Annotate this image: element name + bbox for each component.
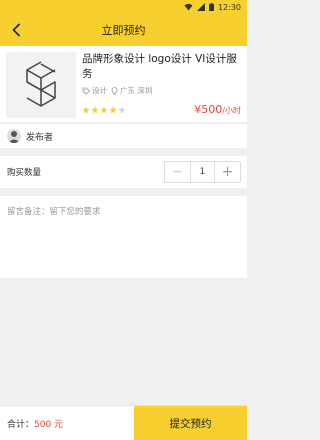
wifi-icon [184,3,193,11]
price-value: ¥500 [194,103,223,116]
total-label: 合计： [7,419,35,430]
product-image [6,52,76,118]
total-amount: 500 元 [34,419,64,430]
signal-icon [196,3,205,11]
status-time: 12:30 [217,2,241,12]
tag-icon [82,87,90,95]
category-label: 设计 [92,86,107,95]
product-title: 品牌形象设计 logo设计 VI设计服务 [82,53,237,80]
decrease-button[interactable]: — [165,162,190,182]
remark-input[interactable]: 留言备注：留下您的要求 [0,196,247,278]
quantity-stepper: — 1 + [164,161,241,183]
submit-button[interactable]: 提交预约 [134,405,247,440]
logo-icon [26,61,56,107]
chevron-left-icon [11,23,20,37]
user-icon [8,131,20,143]
price-unit: /小时 [222,106,241,115]
back-button[interactable] [6,20,26,40]
total: 合计：500 元 [0,417,134,430]
location-pin-icon [111,86,118,95]
page-title: 立即预约 [101,24,146,37]
battery-icon [208,3,214,11]
remark-placeholder: 留言备注：留下您的要求 [7,207,101,217]
star-filled-icon [100,105,108,113]
minus-icon: — [173,167,182,177]
publisher-row[interactable]: 发布者 [0,123,247,148]
quantity-label: 购买数量 [7,168,42,178]
star-filled-icon [109,105,117,113]
star-filled-icon [82,105,90,113]
header-bar: 立即预约 [0,14,247,46]
rating-stars [82,105,126,114]
star-filled-icon [91,105,99,113]
quantity-value[interactable]: 1 [190,162,215,182]
location-label: 广东 深圳 [120,86,153,95]
star-empty-icon [118,105,126,113]
category-tag: 设计 [82,85,107,96]
product-card[interactable]: 品牌形象设计 logo设计 VI设计服务 设计 广东 深圳 ¥500/小时 [0,46,247,122]
quantity-row: 购买数量 — 1 + [0,156,247,188]
plus-icon: + [221,164,234,180]
avatar [7,129,21,143]
status-bar: 12:30 [0,0,247,14]
price: ¥500/小时 [194,103,241,116]
footer-bar: 合计：500 元 提交预约 [0,405,247,440]
publisher-label: 发布者 [26,132,54,143]
location-tag: 广东 深圳 [111,85,152,96]
increase-button[interactable]: + [215,162,240,182]
